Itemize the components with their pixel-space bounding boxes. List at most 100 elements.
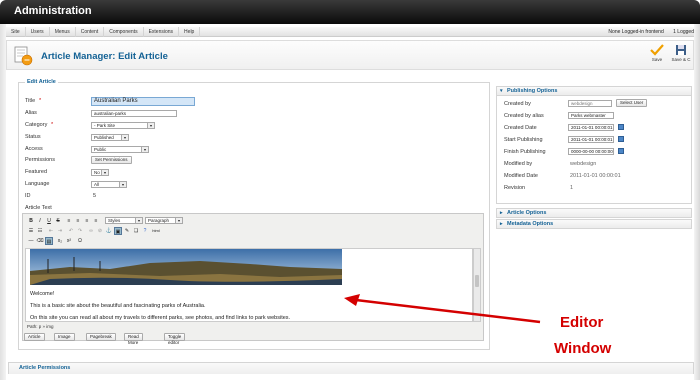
subscript-icon[interactable]: x₂ — [56, 237, 64, 245]
menu-content[interactable]: Content — [76, 27, 105, 37]
created-date-label: Created Date — [504, 125, 537, 131]
body-line-1: This is a basic site about the beautiful… — [30, 303, 206, 309]
numbered-list-icon[interactable]: ☷ — [36, 227, 44, 235]
editor-path: Path: p » img — [27, 324, 54, 329]
indent-icon[interactable]: ⇥ — [56, 227, 64, 235]
visual-aid-icon[interactable]: ▤ — [45, 237, 53, 245]
featured-select[interactable]: No ▾ — [91, 169, 109, 176]
revision-label: Revision — [504, 185, 526, 191]
calendar-icon[interactable] — [618, 136, 624, 142]
article-permissions-header[interactable]: Article Permissions — [8, 362, 694, 374]
id-label: ID — [25, 193, 31, 199]
logged-users-status[interactable]: 1 Logged — [673, 29, 694, 35]
link-icon[interactable]: ∞ — [87, 227, 95, 235]
align-justify-icon[interactable]: ≡ — [92, 217, 100, 225]
format-select[interactable]: Paragraph ▾ — [145, 217, 183, 224]
image-button[interactable]: Image — [54, 333, 75, 341]
menu-components[interactable]: Components — [104, 27, 144, 37]
expand-arrow-icon: ▸ — [500, 210, 503, 216]
modified-by-value: webdesign — [570, 161, 597, 167]
expand-arrow-icon: ▸ — [500, 221, 503, 227]
select-user-button[interactable]: Select User — [616, 99, 648, 107]
italic-icon[interactable]: I — [36, 217, 44, 225]
toolbar: Article Manager: Edit Article Save Save … — [6, 40, 694, 70]
special-char-icon[interactable]: Ω — [76, 237, 84, 245]
language-value: All — [94, 182, 100, 187]
category-select[interactable]: - Park Site ▾ — [91, 122, 155, 129]
menu-help[interactable]: Help — [179, 27, 201, 37]
scrollbar-thumb[interactable] — [475, 275, 479, 287]
align-center-icon[interactable]: ≡ — [74, 217, 82, 225]
chevron-down-icon: ▾ — [119, 182, 126, 187]
menu-extensions[interactable]: Extensions — [144, 27, 180, 37]
article-edit-icon — [14, 46, 33, 66]
language-select[interactable]: All ▾ — [91, 181, 127, 188]
superscript-icon[interactable]: x² — [65, 237, 73, 245]
right-shadow — [694, 24, 700, 380]
save-close-button[interactable]: Save & C — [669, 44, 693, 62]
alias-input[interactable]: australian-parks — [91, 110, 177, 117]
redo-icon[interactable]: ↷ — [76, 227, 84, 235]
featured-value: No — [94, 170, 100, 175]
menu-site[interactable]: Site — [6, 27, 26, 37]
menu-users[interactable]: Users — [26, 27, 50, 37]
created-by-input[interactable]: webdesign — [568, 100, 612, 107]
finish-publishing-input[interactable]: 0000-00-00 00:00:00 — [568, 148, 614, 155]
image-icon[interactable]: ▣ — [114, 227, 122, 235]
remove-format-icon[interactable]: ⌫ — [36, 237, 44, 245]
metadata-options-header[interactable]: ▸ Metadata Options — [496, 219, 692, 229]
created-by-alias-input[interactable]: Parks webmaster — [568, 112, 614, 119]
pagebreak-button[interactable]: Pagebreak — [86, 333, 116, 341]
status-area: None Logged-in frontend 1 Logged — [600, 27, 694, 37]
calendar-icon[interactable] — [618, 148, 624, 154]
chevron-down-icon: ▾ — [121, 135, 128, 140]
styles-select[interactable]: Styles ▾ — [105, 217, 143, 224]
strikethrough-icon[interactable]: S — [54, 217, 62, 225]
logged-frontend-status[interactable]: None Logged-in frontend — [608, 29, 663, 35]
title-input[interactable]: Australian Parks — [91, 97, 195, 106]
toggle-editor-button[interactable]: Toggle editor — [164, 333, 186, 345]
styles-value: Styles — [108, 218, 121, 223]
bullet-list-icon[interactable]: ☰ — [27, 227, 35, 235]
align-left-icon[interactable]: ≡ — [65, 217, 73, 225]
publishing-options-header[interactable]: ▾ Publishing Options — [496, 86, 692, 96]
editor-toolbar-row-3: — ⌫ ▤ x₂ x² Ω — [25, 236, 481, 246]
format-value: Paragraph — [148, 218, 170, 223]
set-permissions-button[interactable]: Set Permissions — [91, 156, 132, 164]
created-by-alias-label: Created by alias — [504, 113, 544, 119]
menu-menus[interactable]: Menus — [50, 27, 76, 37]
park-panorama-image — [30, 249, 342, 285]
horizontal-rule-icon[interactable]: — — [27, 237, 35, 245]
chevron-down-icon: ▾ — [175, 218, 182, 223]
underline-icon[interactable]: U — [45, 217, 53, 225]
unlink-icon[interactable]: ⊘ — [96, 227, 104, 235]
undo-icon[interactable]: ↶ — [67, 227, 75, 235]
read-more-button[interactable]: Read More — [124, 333, 143, 345]
save-button[interactable]: Save — [647, 44, 667, 62]
cleanup-icon[interactable]: ✎ — [123, 227, 131, 235]
publishing-options-title: Publishing Options — [507, 88, 558, 94]
align-right-icon[interactable]: ≡ — [83, 217, 91, 225]
status-value: Published — [94, 135, 114, 140]
calendar-icon[interactable] — [618, 124, 624, 130]
status-select[interactable]: Published ▾ — [91, 134, 129, 141]
modified-date-value: 2011-01-01 00:00:01 — [570, 173, 621, 179]
help-icon[interactable]: ? — [141, 227, 149, 235]
source-icon[interactable]: ❏ — [132, 227, 140, 235]
outdent-icon[interactable]: ⇤ — [47, 227, 55, 235]
anchor-icon[interactable]: ⚓ — [105, 227, 113, 235]
created-date-input[interactable]: 2011-01-01 00:00:01 — [568, 124, 614, 131]
article-button[interactable]: Article — [24, 333, 45, 341]
save-close-label: Save & C — [671, 57, 691, 62]
html-icon[interactable]: html — [150, 227, 162, 235]
modified-date-label: Modified Date — [504, 173, 538, 179]
access-select[interactable]: Public ▾ — [91, 146, 149, 153]
required-mark-category: * — [51, 122, 54, 128]
left-shadow — [0, 24, 6, 380]
article-options-title: Article Options — [507, 210, 547, 216]
save-disk-icon — [676, 45, 686, 55]
bold-icon[interactable]: B — [27, 217, 35, 225]
article-options-header[interactable]: ▸ Article Options — [496, 208, 692, 218]
start-publishing-input[interactable]: 2011-01-01 00:00:01 — [568, 136, 614, 143]
annotation-window: Window — [554, 340, 612, 357]
